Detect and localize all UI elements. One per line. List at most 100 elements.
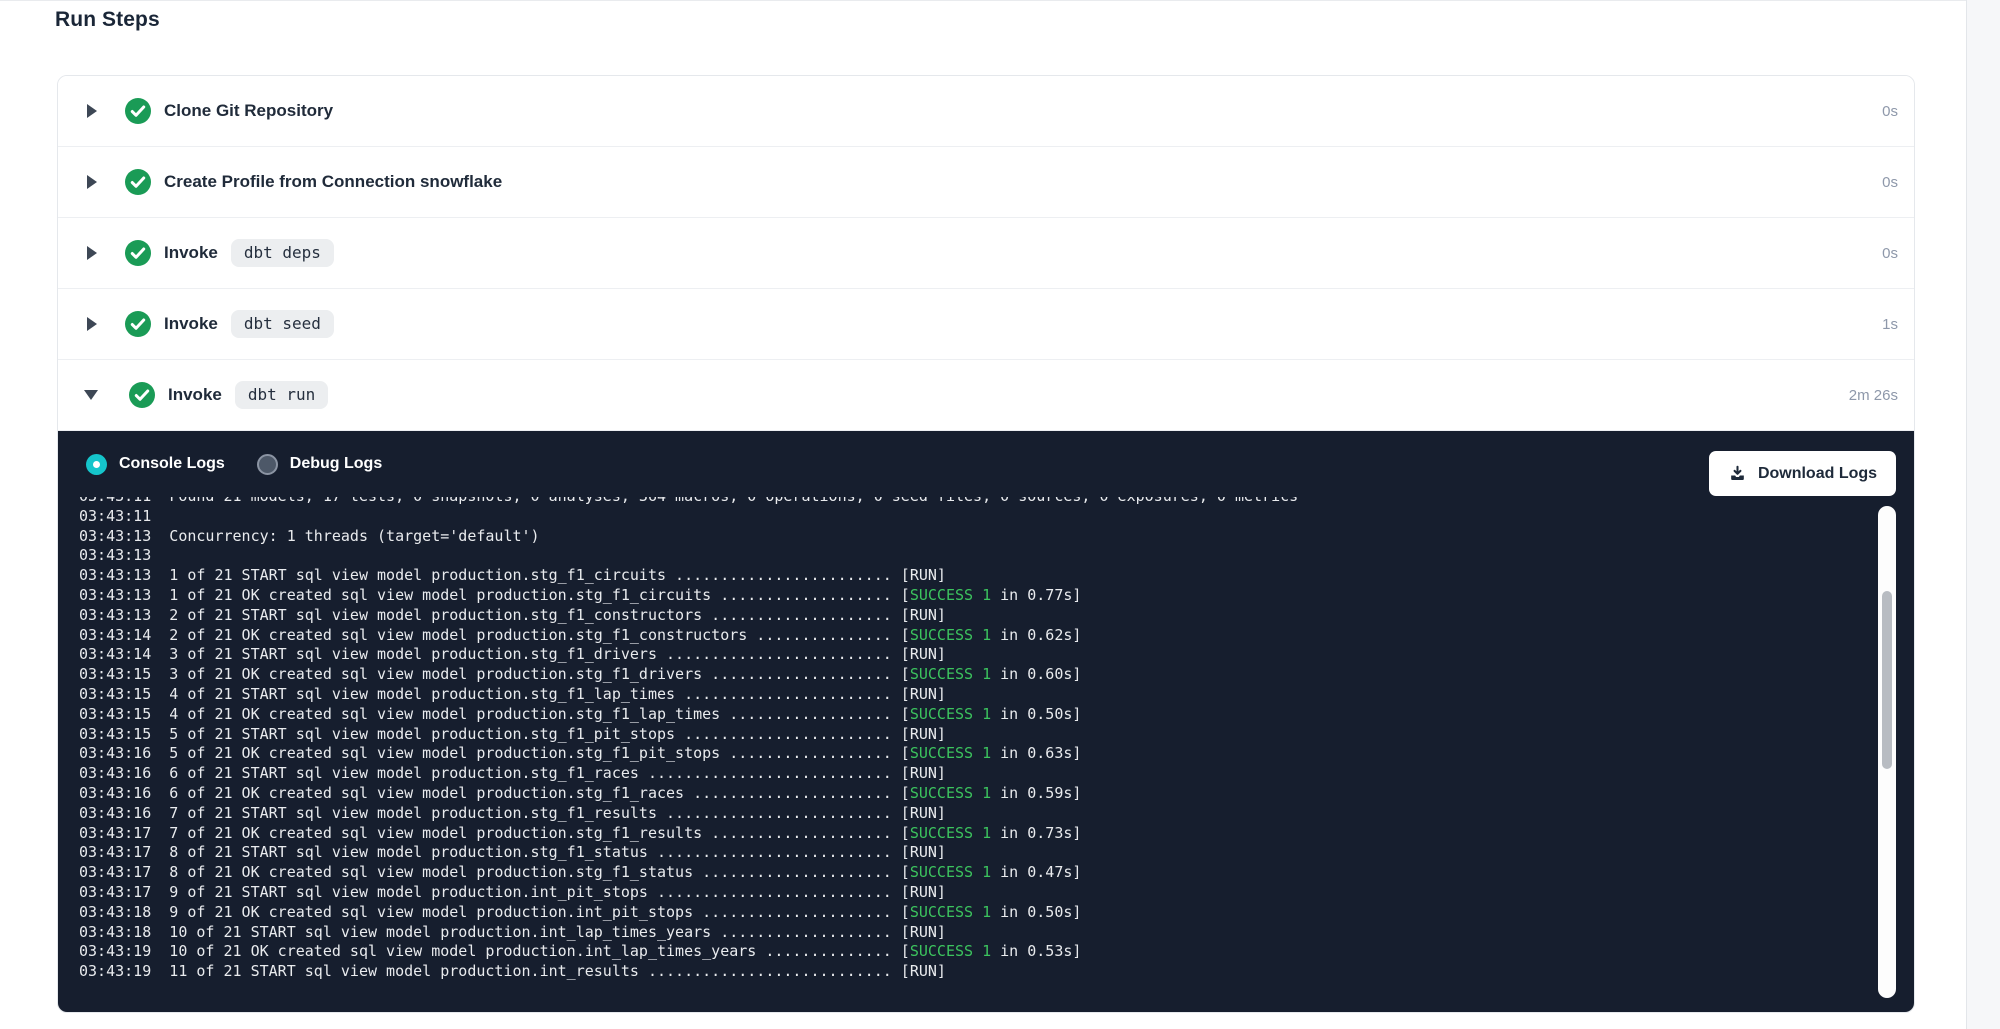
- log-status-duration: in 0.59s]: [991, 784, 1081, 802]
- log-lines: 03:43:11 Found 21 models, 17 tests, 0 sn…: [58, 497, 1874, 982]
- log-status: [: [892, 665, 910, 683]
- log-status: [RUN]: [892, 566, 946, 584]
- log-timestamp: 03:43:11: [79, 497, 151, 505]
- step-label: Invoke: [168, 385, 222, 405]
- right-side-panel-edge: [1966, 0, 2000, 1029]
- log-status: [RUN]: [892, 843, 946, 861]
- step-command-badge: dbt deps: [231, 239, 334, 267]
- log-status-duration: in 0.60s]: [991, 665, 1081, 683]
- log-status-duration: in 0.50s]: [991, 705, 1081, 723]
- expand-caret-icon[interactable]: [87, 246, 97, 260]
- run-steps-list: Clone Git Repository 0s Create Profile f…: [58, 76, 1914, 431]
- log-line: 03:43:11: [79, 507, 1874, 527]
- log-message: Found 21 models, 17 tests, 0 snapshots, …: [151, 497, 1298, 505]
- log-timestamp: 03:43:17: [79, 824, 151, 842]
- log-status: [RUN]: [892, 725, 946, 743]
- log-message: 6 of 21 OK created sql view model produc…: [151, 784, 892, 802]
- success-check-icon: [125, 311, 151, 337]
- log-timestamp: 03:43:18: [79, 903, 151, 921]
- top-divider: [0, 0, 2000, 1]
- log-status: [RUN]: [892, 923, 946, 941]
- step-row[interactable]: Invoke dbt seed 1s: [58, 289, 1914, 360]
- log-timestamp: 03:43:14: [79, 626, 151, 644]
- log-line: 03:43:13 2 of 21 START sql view model pr…: [79, 606, 1874, 626]
- log-status-success: SUCCESS 1: [910, 903, 991, 921]
- log-timestamp: 03:43:17: [79, 883, 151, 901]
- step-duration: 2m 26s: [1849, 387, 1898, 404]
- log-scrollbar-track[interactable]: [1878, 506, 1896, 998]
- log-message: 7 of 21 START sql view model production.…: [151, 804, 892, 822]
- log-line: 03:43:15 3 of 21 OK created sql view mod…: [79, 665, 1874, 685]
- log-message: 9 of 21 START sql view model production.…: [151, 883, 892, 901]
- log-line: 03:43:14 2 of 21 OK created sql view mod…: [79, 626, 1874, 646]
- step-duration: 0s: [1882, 174, 1898, 191]
- log-timestamp: 03:43:19: [79, 942, 151, 960]
- log-status: [RUN]: [892, 962, 946, 980]
- step-row[interactable]: Invoke dbt run 2m 26s: [58, 360, 1914, 431]
- download-icon: [1728, 464, 1747, 483]
- log-line: 03:43:18 10 of 21 START sql view model p…: [79, 923, 1874, 943]
- step-label: Invoke: [164, 243, 218, 263]
- log-line: 03:43:14 3 of 21 START sql view model pr…: [79, 645, 1874, 665]
- log-line: 03:43:19 11 of 21 START sql view model p…: [79, 962, 1874, 982]
- log-line: 03:43:15 4 of 21 START sql view model pr…: [79, 685, 1874, 705]
- log-message: 9 of 21 OK created sql view model produc…: [151, 903, 892, 921]
- log-message: 10 of 21 OK created sql view model produ…: [151, 942, 892, 960]
- debug-logs-radio[interactable]: Debug Logs: [257, 454, 382, 475]
- step-row[interactable]: Clone Git Repository 0s: [58, 76, 1914, 147]
- log-status: [: [892, 903, 910, 921]
- download-logs-label: Download Logs: [1758, 465, 1877, 483]
- success-check-icon: [125, 98, 151, 124]
- step-command-badge: dbt seed: [231, 310, 334, 338]
- log-scrollbar-thumb[interactable]: [1882, 591, 1892, 769]
- success-check-icon: [125, 240, 151, 266]
- step-row[interactable]: Create Profile from Connection snowflake…: [58, 147, 1914, 218]
- success-check-icon: [125, 169, 151, 195]
- log-message: 7 of 21 OK created sql view model produc…: [151, 824, 892, 842]
- step-label: Create Profile from Connection snowflake: [164, 172, 502, 192]
- log-status-success: SUCCESS 1: [910, 863, 991, 881]
- expand-caret-icon[interactable]: [87, 104, 97, 118]
- log-line: 03:43:13 Concurrency: 1 threads (target=…: [79, 527, 1874, 547]
- log-status: [: [892, 942, 910, 960]
- log-timestamp: 03:43:15: [79, 705, 151, 723]
- step-label: Invoke: [164, 314, 218, 334]
- log-status-success: SUCCESS 1: [910, 744, 991, 762]
- console-logs-radio[interactable]: Console Logs: [86, 454, 225, 475]
- log-timestamp: 03:43:13: [79, 527, 151, 545]
- log-panel-header: Console Logs Debug Logs: [58, 431, 1914, 497]
- log-scroll-area[interactable]: 03:43:11 Found 21 models, 17 tests, 0 sn…: [58, 497, 1874, 1012]
- radio-selected-icon: [86, 454, 107, 475]
- log-line: 03:43:15 4 of 21 OK created sql view mod…: [79, 705, 1874, 725]
- console-log-panel: Console Logs Debug Logs Download Logs 03…: [58, 431, 1914, 1012]
- log-line: 03:43:16 6 of 21 START sql view model pr…: [79, 764, 1874, 784]
- log-timestamp: 03:43:15: [79, 685, 151, 703]
- log-line: 03:43:17 8 of 21 OK created sql view mod…: [79, 863, 1874, 883]
- log-status: [: [892, 705, 910, 723]
- log-message: 10 of 21 START sql view model production…: [151, 923, 892, 941]
- download-logs-button[interactable]: Download Logs: [1709, 451, 1896, 496]
- log-timestamp: 03:43:13: [79, 606, 151, 624]
- log-status: [RUN]: [892, 645, 946, 663]
- log-message: 5 of 21 START sql view model production.…: [151, 725, 892, 743]
- log-message: 5 of 21 OK created sql view model produc…: [151, 744, 892, 762]
- log-line: 03:43:17 9 of 21 START sql view model pr…: [79, 883, 1874, 903]
- collapse-caret-icon[interactable]: [84, 390, 98, 400]
- expand-caret-icon[interactable]: [87, 175, 97, 189]
- log-timestamp: 03:43:16: [79, 784, 151, 802]
- log-timestamp: 03:43:17: [79, 863, 151, 881]
- step-duration: 0s: [1882, 103, 1898, 120]
- log-message: Concurrency: 1 threads (target='default'…: [151, 527, 539, 545]
- log-message: 11 of 21 START sql view model production…: [151, 962, 892, 980]
- log-line: 03:43:18 9 of 21 OK created sql view mod…: [79, 903, 1874, 923]
- log-status: [: [892, 586, 910, 604]
- log-line: 03:43:19 10 of 21 OK created sql view mo…: [79, 942, 1874, 962]
- log-timestamp: 03:43:15: [79, 665, 151, 683]
- log-line: 03:43:13: [79, 546, 1874, 566]
- expand-caret-icon[interactable]: [87, 317, 97, 331]
- log-status: [: [892, 744, 910, 762]
- log-status: [: [892, 626, 910, 644]
- step-row[interactable]: Invoke dbt deps 0s: [58, 218, 1914, 289]
- log-message: 6 of 21 START sql view model production.…: [151, 764, 892, 782]
- log-status: [RUN]: [892, 606, 946, 624]
